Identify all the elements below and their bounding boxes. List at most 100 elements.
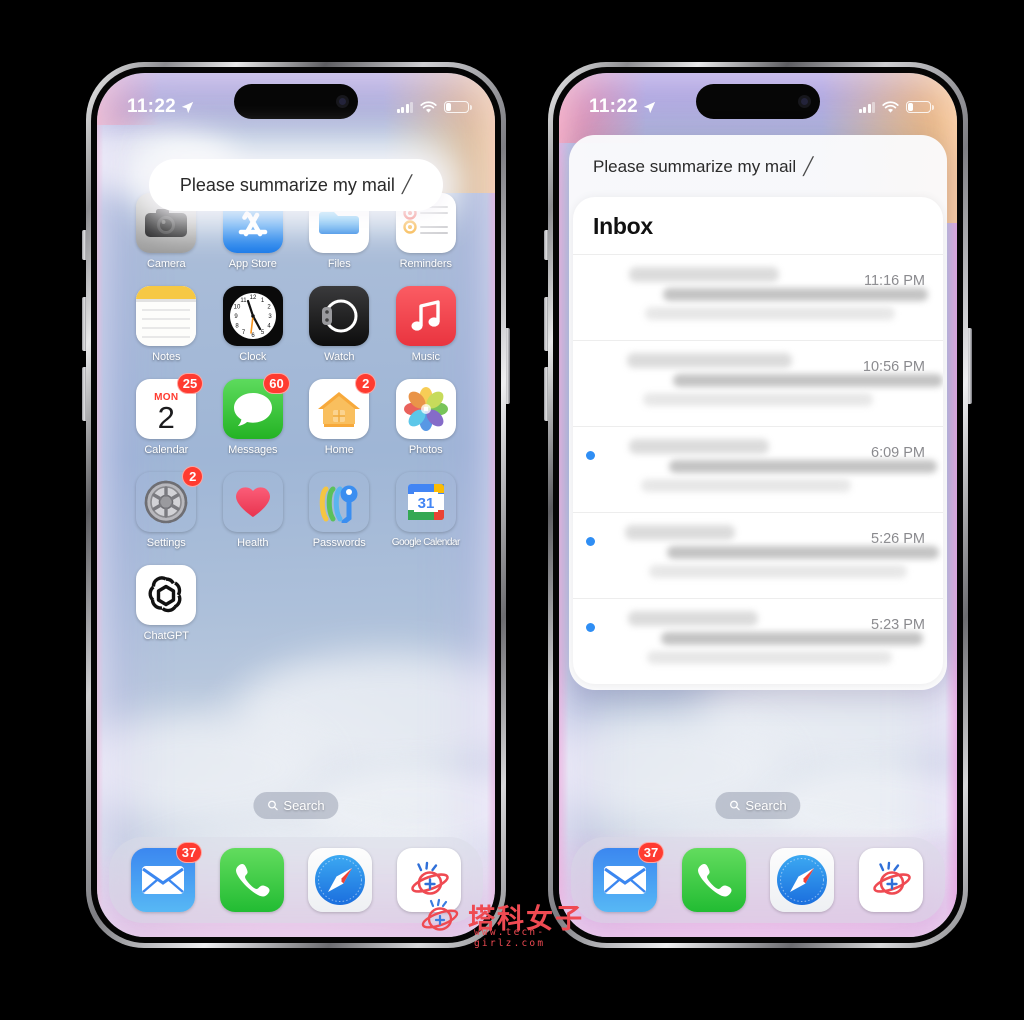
notes-icon[interactable] (136, 286, 197, 346)
status-time: 11:22 (589, 96, 656, 118)
siri-query-text: Please summarize my mail (179, 174, 395, 195)
inbox-title: Inbox (593, 213, 653, 239)
app-label: Reminders (399, 258, 452, 270)
app-icon-calendar[interactable]: MON 2 25 Calendar (123, 373, 210, 456)
dock-item-safari[interactable] (308, 848, 373, 912)
app-label: Calendar (144, 444, 189, 456)
unread-dot (586, 623, 595, 632)
app-label: Home (324, 444, 354, 456)
dock-item-mail[interactable]: 37 (593, 842, 665, 912)
health-heart-icon[interactable] (223, 472, 283, 532)
search-button[interactable]: Search (253, 792, 339, 819)
right-phone-screen: 11:22 Please summarize my mail ╱ Inbox 1… (559, 73, 957, 937)
search-button[interactable]: Search (715, 792, 801, 819)
app-icon-google-calendar[interactable]: 31 Google Calendar (383, 472, 470, 549)
mail-timestamp: 11:16 PM (864, 273, 925, 289)
svg-text:11: 11 (240, 298, 247, 304)
chatgpt-icon[interactable] (136, 565, 197, 625)
mail-row[interactable]: 11:16 PM (573, 254, 943, 340)
app-icon-passwords[interactable]: Passwords (296, 472, 383, 549)
search-icon (268, 800, 278, 811)
search-icon (730, 800, 740, 811)
app-label: Photos (408, 444, 443, 456)
dock-item-phone[interactable] (219, 848, 284, 912)
left-phone: 11:22 Please summarize my mail ╱ Camera … (82, 62, 510, 948)
photos-icon[interactable] (395, 379, 456, 439)
wifi-icon (882, 100, 899, 113)
mail-list: 11:16 PM 10:56 PM 6:09 PM 5:26 PM 5:23 P… (573, 254, 943, 684)
front-camera-icon (336, 95, 349, 108)
app-icon-home[interactable]: 2 Home (296, 373, 383, 456)
dynamic-island (696, 84, 820, 119)
unread-dot (586, 451, 595, 460)
app-grid: Camera App Store Files Reminders Notes 1… (123, 193, 469, 642)
location-arrow-icon (181, 101, 194, 113)
mail-row[interactable]: 5:26 PM (573, 512, 943, 598)
mail-timestamp: 6:09 PM (871, 445, 925, 461)
app-icon-messages[interactable]: 60 Messages (210, 373, 297, 456)
watermark-url: www.tech-girlz.com (474, 927, 546, 949)
wifi-icon (420, 100, 437, 113)
app-label: Google Calendar (391, 537, 461, 548)
left-phone-screen: 11:22 Please summarize my mail ╱ Camera … (97, 73, 495, 937)
edit-pencil-icon[interactable]: ╱ (402, 175, 412, 195)
search-label: Search (283, 798, 325, 813)
phone-handset-icon[interactable] (681, 848, 746, 912)
dock-item-phone[interactable] (681, 848, 746, 912)
watermark: 塔科女子 www.tech-girlz.com (418, 896, 584, 949)
app-icon-photos[interactable]: Photos (383, 379, 470, 456)
app-icon-watch[interactable]: Watch (296, 286, 383, 363)
app-icon-music[interactable]: Music (383, 286, 470, 363)
battery-icon (906, 100, 934, 114)
siri-result-card: Please summarize my mail ╱ Inbox 11:16 P… (569, 135, 947, 690)
unread-dot (586, 537, 595, 546)
dynamic-island (234, 84, 358, 119)
clock-icon[interactable]: 12 3 6 9 1 2 4 5 7 8 10 11 (222, 286, 283, 346)
phone-bezel: 11:22 Please summarize my mail ╱ Camera … (91, 67, 501, 943)
signal-bars-icon (858, 101, 875, 113)
phone-handset-icon[interactable] (219, 848, 284, 912)
google-calendar-icon[interactable]: 31 (396, 472, 456, 532)
dock-item-mail[interactable]: 37 (131, 842, 203, 912)
app-icon-health[interactable]: Health (210, 472, 297, 549)
siri-query-text: Please summarize my mail (593, 157, 797, 176)
edit-pencil-icon[interactable]: ╱ (803, 157, 813, 177)
app-icon-settings[interactable]: 2 Settings (123, 466, 210, 549)
notification-badge: 37 (175, 842, 203, 863)
inbox-card: Inbox 11:16 PM 10:56 PM 6:09 PM 5:26 PM … (573, 197, 943, 684)
passwords-key-icon[interactable] (309, 472, 369, 532)
right-phone: 11:22 Please summarize my mail ╱ Inbox 1… (544, 62, 972, 948)
app-label: Health (237, 537, 269, 549)
siri-query-pill[interactable]: Please summarize my mail ╱ (149, 159, 443, 211)
calendar-day: 2 (157, 399, 175, 435)
dock-item-safari[interactable] (770, 848, 835, 912)
svg-text:12: 12 (249, 295, 256, 301)
notification-badge: 37 (637, 842, 665, 863)
mail-row[interactable]: 5:23 PM (573, 598, 943, 684)
safari-compass-icon[interactable] (308, 848, 373, 912)
app-icon-chatgpt[interactable]: ChatGPT (123, 565, 210, 642)
safari-compass-icon[interactable] (770, 848, 835, 912)
app-label: Camera (146, 258, 186, 270)
watch-icon[interactable] (309, 286, 370, 346)
app-label: Notes (152, 351, 181, 363)
app-label: Watch (324, 351, 355, 363)
mail-row[interactable]: 10:56 PM (573, 340, 943, 426)
search-label: Search (745, 798, 787, 813)
dock-item-planet[interactable] (858, 848, 923, 912)
phone-bezel: 11:22 Please summarize my mail ╱ Inbox 1… (553, 67, 963, 943)
mail-timestamp: 10:56 PM (862, 359, 925, 375)
mail-row[interactable]: 6:09 PM (573, 426, 943, 512)
svg-text:10: 10 (233, 305, 240, 311)
planet-icon[interactable] (858, 848, 923, 912)
music-icon[interactable] (395, 286, 456, 346)
app-icon-notes[interactable]: Notes (123, 286, 210, 363)
screenshot-canvas: 11:22 Please summarize my mail ╱ Camera … (0, 0, 1024, 1020)
app-icon-clock[interactable]: 12 3 6 9 1 2 4 5 7 8 10 11 Clock (210, 286, 297, 363)
app-label: Settings (146, 537, 186, 549)
location-arrow-icon (643, 101, 656, 113)
mail-timestamp: 5:26 PM (871, 531, 925, 547)
app-label: ChatGPT (143, 630, 189, 642)
status-time: 11:22 (127, 96, 194, 118)
siri-query-row[interactable]: Please summarize my mail ╱ (569, 135, 947, 197)
